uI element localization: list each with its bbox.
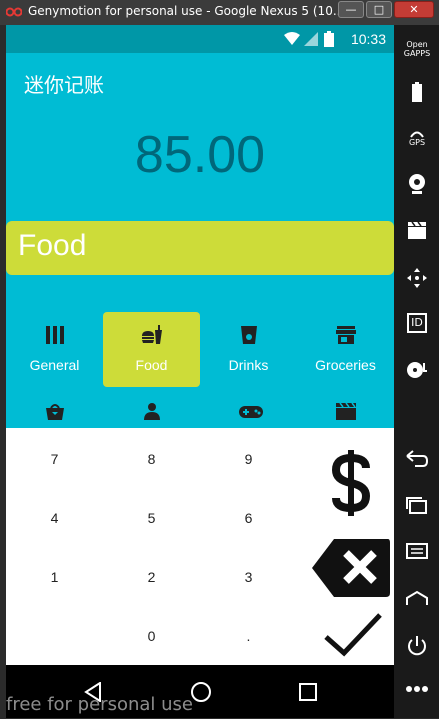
- key-3[interactable]: 3: [200, 548, 297, 607]
- key-8[interactable]: 8: [103, 430, 200, 489]
- dollar-icon[interactable]: [326, 450, 376, 516]
- category-shopping[interactable]: [6, 400, 103, 428]
- key-4[interactable]: 4: [6, 489, 103, 548]
- category-drinks[interactable]: Drinks: [200, 312, 297, 387]
- menu-icon: [406, 543, 428, 559]
- device-id-button[interactable]: ID: [400, 313, 434, 343]
- webcam-button[interactable]: [400, 173, 434, 203]
- id-icon: ID: [407, 313, 427, 333]
- watermark: free for personal use: [6, 694, 193, 715]
- back-button[interactable]: [400, 450, 434, 480]
- power-button[interactable]: [400, 635, 434, 665]
- recents-nav-icon[interactable]: [299, 683, 317, 701]
- clapperboard-icon: [408, 221, 426, 239]
- selected-category-banner: Food: [6, 221, 394, 275]
- backspace-icon[interactable]: [312, 537, 392, 599]
- menu-button[interactable]: [400, 543, 434, 573]
- battery-icon: [412, 82, 422, 102]
- gps-button[interactable]: GPS: [400, 128, 434, 158]
- app-header-area: 迷你记账 85.00 Food General Food Drinks Groc…: [6, 53, 394, 428]
- gps-label: GPS: [408, 138, 426, 147]
- home-nav-icon[interactable]: [190, 681, 212, 703]
- gapps-button[interactable]: Open GAPPS: [400, 40, 434, 70]
- media-icon: [407, 362, 427, 378]
- close-button[interactable]: ✕: [394, 1, 434, 18]
- recent-apps-icon: [406, 497, 427, 514]
- wifi-icon: [284, 32, 300, 45]
- capture-button[interactable]: [400, 220, 434, 250]
- window-title: Genymotion for personal use - Google Nex…: [28, 4, 345, 18]
- key-6[interactable]: 6: [200, 489, 297, 548]
- keypad: 7 8 9 4 5 6 1 2 3 0 .: [6, 428, 394, 665]
- amount-display: 85.00: [134, 126, 266, 184]
- home-button[interactable]: [400, 590, 434, 620]
- key-2[interactable]: 2: [103, 548, 200, 607]
- category-groceries[interactable]: Groceries: [297, 312, 394, 387]
- key-5[interactable]: 5: [103, 489, 200, 548]
- signal-icon: [304, 32, 318, 46]
- status-bar: 10:33: [6, 25, 394, 53]
- device-screen: 10:33 迷你记账 85.00 Food General Food Drink…: [6, 25, 394, 718]
- shopping-bag-icon: [46, 404, 64, 420]
- recent-apps-button[interactable]: [400, 497, 434, 527]
- battery-status-icon: [324, 31, 334, 47]
- maximize-button[interactable]: □: [366, 1, 392, 18]
- category-personal[interactable]: [103, 400, 200, 428]
- dpad-button[interactable]: [400, 267, 434, 297]
- key-9[interactable]: 9: [200, 430, 297, 489]
- app-title: 迷你记账: [24, 73, 104, 97]
- drink-icon: [241, 326, 257, 344]
- person-icon: [144, 403, 160, 420]
- minimize-button[interactable]: —: [338, 1, 364, 18]
- emulator-sidebar: Open GAPPS GPS ID: [394, 25, 439, 718]
- status-time: 10:33: [350, 31, 386, 47]
- category-label: General: [29, 357, 80, 373]
- bars-icon: [46, 326, 64, 344]
- back-icon: [406, 450, 429, 467]
- key-decimal[interactable]: .: [200, 607, 297, 666]
- power-icon: [408, 636, 426, 656]
- gapps-icon: Open GAPPS: [403, 40, 431, 58]
- category-label: Drinks: [228, 357, 269, 373]
- food-icon: [142, 325, 162, 344]
- home-icon: [406, 590, 428, 605]
- genymotion-logo-icon: [6, 7, 22, 17]
- battery-button[interactable]: [400, 82, 434, 112]
- check-icon[interactable]: [324, 613, 382, 657]
- key-0[interactable]: 0: [103, 607, 200, 666]
- key-7[interactable]: 7: [6, 430, 103, 489]
- category-label: Groceries: [315, 357, 376, 373]
- category-movies[interactable]: [297, 400, 394, 428]
- more-icon: [406, 686, 428, 692]
- category-entertainment[interactable]: [200, 400, 297, 428]
- dpad-icon: [407, 268, 427, 288]
- more-button[interactable]: [400, 685, 434, 715]
- window-titlebar: Genymotion for personal use - Google Nex…: [0, 0, 439, 25]
- store-icon: [336, 326, 356, 344]
- key-1[interactable]: 1: [6, 548, 103, 607]
- gps-icon: [410, 131, 424, 138]
- selected-category-label: Food: [18, 229, 87, 262]
- gamepad-icon: [239, 406, 263, 418]
- category-food[interactable]: Food: [103, 312, 200, 387]
- media-button[interactable]: [400, 360, 434, 390]
- clapperboard-icon: [336, 402, 356, 420]
- category-label: Food: [135, 357, 168, 373]
- webcam-icon: [409, 174, 425, 194]
- category-general[interactable]: General: [6, 312, 103, 387]
